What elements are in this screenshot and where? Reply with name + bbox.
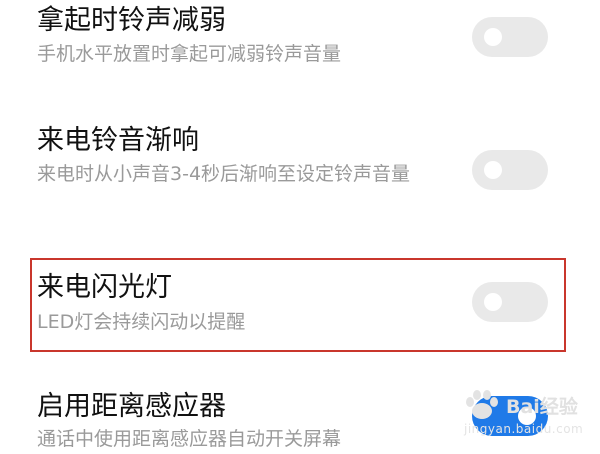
setting-title: 拿起时铃声减弱 <box>37 5 226 36</box>
setting-title: 启用距离感应器 <box>37 391 226 422</box>
watermark: Bai经验 jingyan.baidu.com <box>458 386 583 442</box>
toggle-knob <box>484 161 502 179</box>
setting-row-pickup-ring-reduce[interactable]: 拿起时铃声减弱 手机水平放置时拿起可减弱铃声音量 <box>0 0 600 100</box>
toggle-knob <box>484 28 502 46</box>
setting-title: 来电铃音渐响 <box>37 125 199 156</box>
watermark-url: jingyan.baidu.com <box>464 422 584 436</box>
watermark-brand: Bai经验 <box>506 396 578 418</box>
setting-description: 手机水平放置时拿起可减弱铃声音量 <box>37 43 342 65</box>
highlight-frame <box>30 258 566 352</box>
toggle-switch-pickup-ring-reduce[interactable] <box>472 17 548 57</box>
paw-logo-icon <box>466 390 498 419</box>
setting-row-ringtone-fade-in[interactable]: 来电铃音渐响 来电时从小声音3-4秒后渐响至设定铃声音量 <box>0 100 600 240</box>
setting-description: 来电时从小声音3-4秒后渐响至设定铃声音量 <box>37 163 411 185</box>
toggle-switch-ringtone-fade-in[interactable] <box>472 150 548 190</box>
